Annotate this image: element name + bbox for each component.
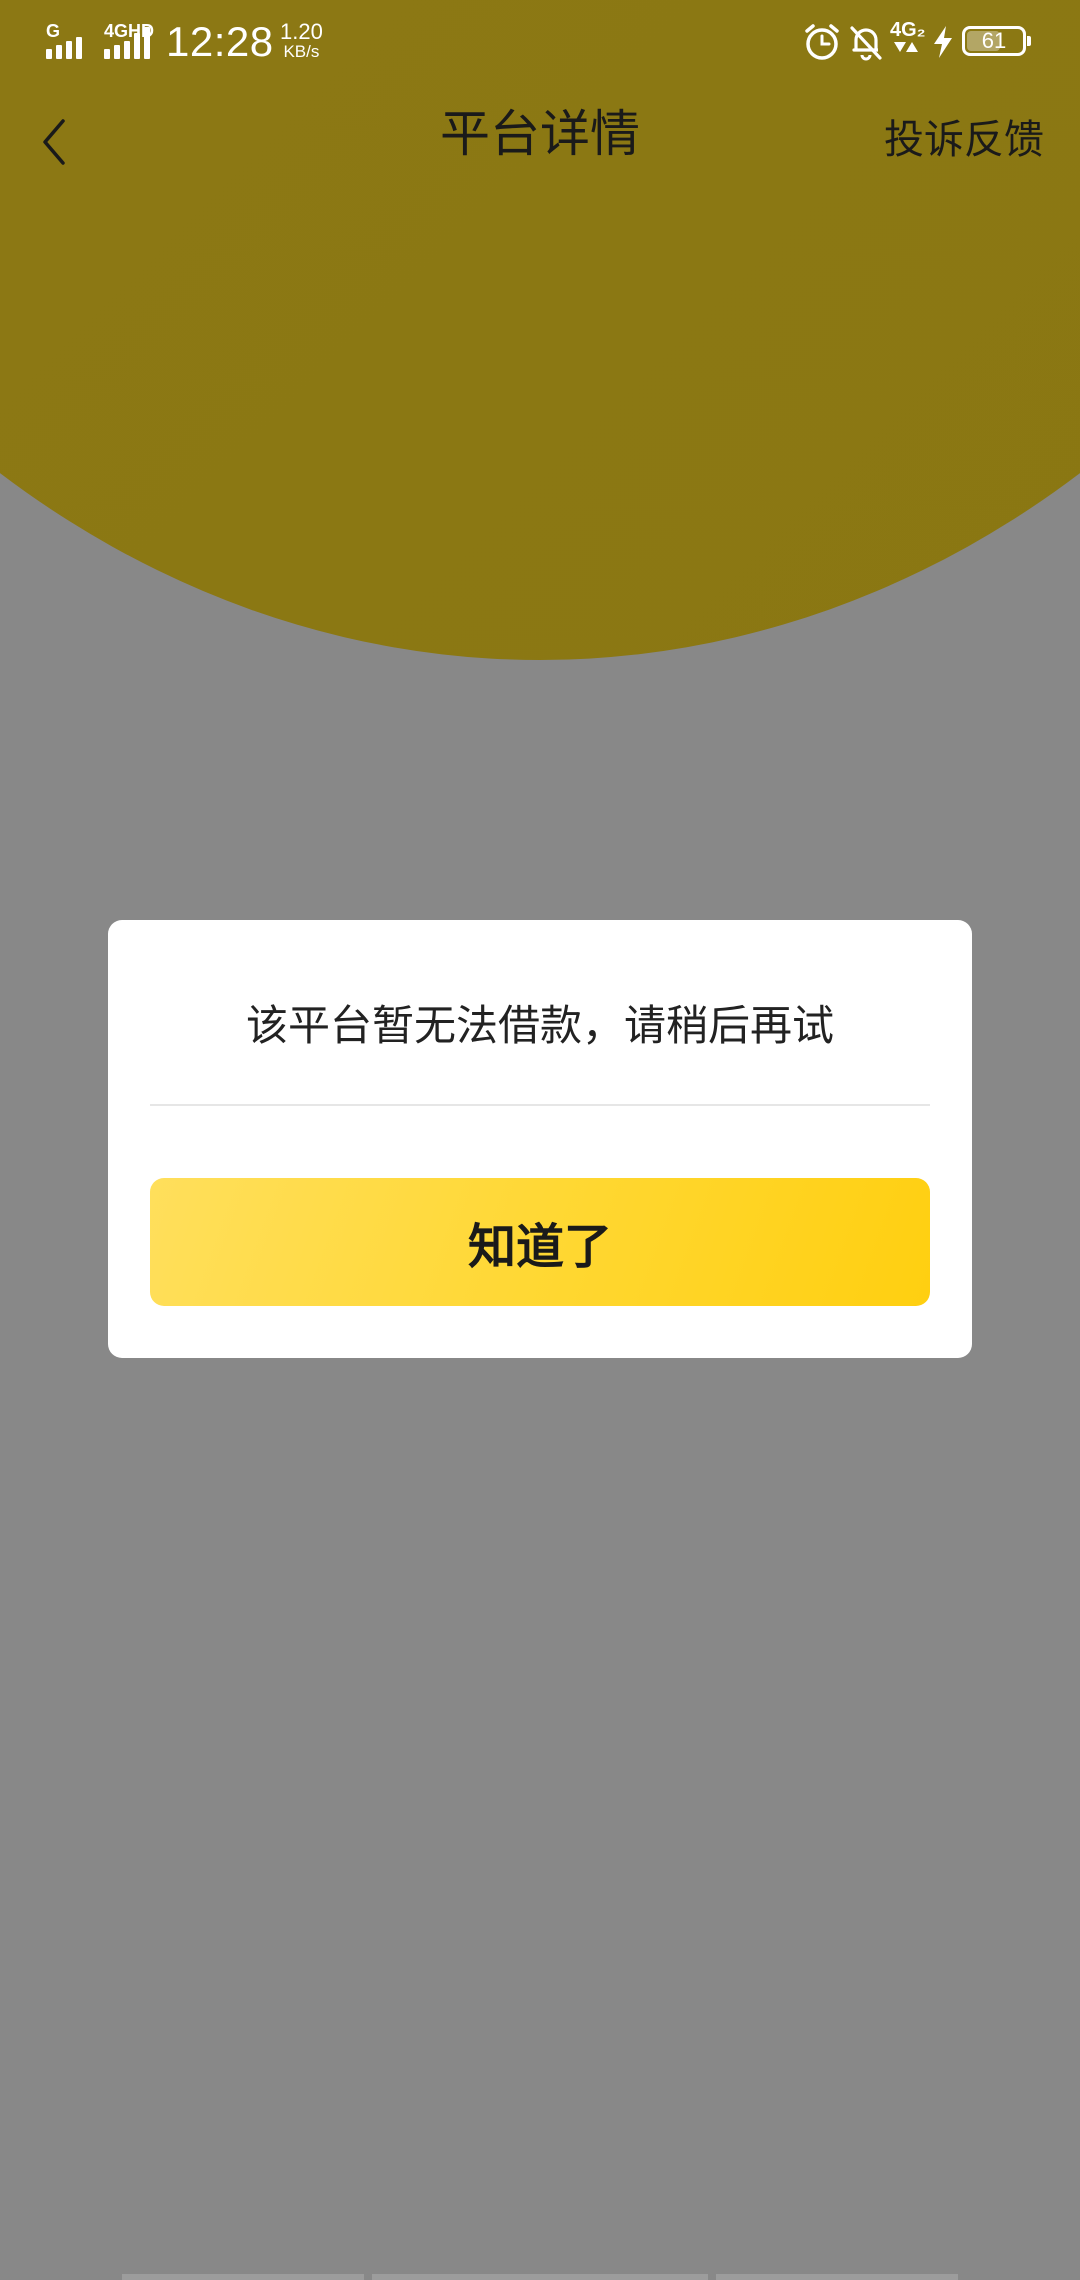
nav-bar: 平台详情 投诉反馈 xyxy=(0,84,1080,204)
signal-icon: G xyxy=(46,0,82,84)
network-speed-unit: KB/s xyxy=(283,42,320,61)
battery-level: 61 xyxy=(981,28,1007,53)
status-bar: G 4GHD 12:28 1.20 KB/s 4G₂ 61 xyxy=(0,0,1080,84)
network-type-label: 4G₂ xyxy=(890,20,926,54)
charging-bolt-icon xyxy=(930,22,956,62)
alert-dialog: 该平台暂无法借款，请稍后再试 知道了 xyxy=(108,920,972,1358)
dialog-message: 该平台暂无法借款，请稍后再试 xyxy=(245,1001,834,1050)
tab-hint xyxy=(716,2274,958,2280)
bell-off-icon xyxy=(846,22,886,62)
bottom-tab-hints xyxy=(0,2274,1080,2280)
signal-icon: 4GHD xyxy=(104,0,154,84)
platform-detail-page: G 4GHD 12:28 1.20 KB/s 4G₂ 61 平台详情 投诉反馈 … xyxy=(0,0,1080,2280)
network-speed-value: 1.20 xyxy=(280,19,323,44)
tab-hint xyxy=(372,2274,708,2280)
alarm-icon xyxy=(802,22,842,62)
network-speed: 1.20 KB/s xyxy=(280,0,323,84)
status-time: 12:28 xyxy=(166,18,274,65)
dialog-divider xyxy=(150,1104,930,1106)
signal-type-label: G xyxy=(46,21,61,41)
complaint-feedback-button[interactable]: 投诉反馈 xyxy=(884,112,1044,168)
signal-type-label: 4GHD xyxy=(104,21,155,41)
tab-hint xyxy=(122,2274,364,2280)
confirm-button[interactable]: 知道了 xyxy=(150,1178,930,1306)
battery-icon: 61 xyxy=(962,26,1031,56)
